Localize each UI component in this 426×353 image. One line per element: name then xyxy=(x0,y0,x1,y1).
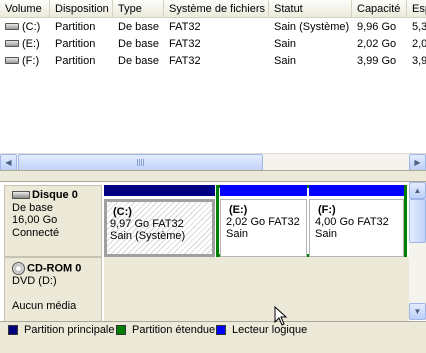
partition-status: Sain (Système) xyxy=(110,230,186,242)
capacity-cell: 2,02 Go xyxy=(357,38,397,50)
status-cell: Sain xyxy=(274,38,297,50)
horizontal-scroll-thumb[interactable] xyxy=(18,154,263,170)
hard-disk-icon xyxy=(12,191,30,200)
volume-cell: (C:) xyxy=(0,19,50,36)
cdrom-0-empty-area[interactable] xyxy=(104,257,409,322)
partition-f-body: (F:) 4,00 Go FAT32 Sain xyxy=(309,199,404,257)
drive-icon xyxy=(5,22,19,30)
free-space-cell: 5,3 xyxy=(412,21,426,33)
volume-cell: (E:) xyxy=(0,36,50,53)
logical-swatch-icon xyxy=(216,325,226,335)
cdrom-0-label[interactable]: CD-ROM 0 DVD (D:) Aucun média xyxy=(4,257,102,322)
filesystem-cell: FAT32 xyxy=(169,21,201,33)
table-row[interactable]: (C:) Partition De base FAT32 Sain (Systè… xyxy=(0,19,426,36)
disk-management-window: Volume Disposition Type Système de fichi… xyxy=(0,0,426,353)
type-cell: De base xyxy=(118,55,159,67)
partition-f[interactable]: (F:) 4,00 Go FAT32 Sain xyxy=(309,185,404,257)
scroll-left-button[interactable]: ◀ xyxy=(0,154,17,170)
cdrom-icon xyxy=(12,262,25,275)
scroll-up-button[interactable]: ▲ xyxy=(409,182,426,199)
cdrom-0-drive: DVD (D:) xyxy=(12,275,57,287)
mouse-pointer-icon xyxy=(274,306,288,326)
type-cell: De base xyxy=(118,21,159,33)
column-header-free-space[interactable]: Esp xyxy=(407,0,426,18)
table-row[interactable]: (F:) Partition De base FAT32 Sain 3,99 G… xyxy=(0,53,426,70)
volume-cell: (F:) xyxy=(0,53,50,70)
free-space-cell: 2,0 xyxy=(412,38,426,50)
vertical-scroll-thumb[interactable] xyxy=(409,199,426,243)
table-row[interactable]: (E:) Partition De base FAT32 Sain 2,02 G… xyxy=(0,36,426,53)
legend-extended: Partition étendue xyxy=(116,323,215,337)
disk-0-type: De base xyxy=(12,201,53,214)
type-cell: De base xyxy=(118,38,159,50)
disk-0-row: Disque 0 De base 16,00 Go Connecté (C:) … xyxy=(4,185,409,257)
cdrom-0-media: Aucun média xyxy=(12,299,77,312)
disk-0-state: Connecté xyxy=(12,226,60,239)
disk-0-title: Disque 0 xyxy=(12,189,101,202)
column-header-capacity[interactable]: Capacité xyxy=(352,0,407,18)
filesystem-cell: FAT32 xyxy=(169,55,201,67)
vertical-scrollbar[interactable]: ▲ ▼ xyxy=(409,182,426,320)
capacity-cell: 9,96 Go xyxy=(357,21,397,33)
disk-map: Disque 0 De base 16,00 Go Connecté (C:) … xyxy=(0,181,426,322)
partition-size: 9,97 Go FAT32 xyxy=(110,218,184,230)
partition-status: Sain xyxy=(315,228,338,240)
legend-logical: Lecteur logique xyxy=(216,323,307,337)
disposition-cell: Partition xyxy=(55,38,96,50)
partition-size: 4,00 Go FAT32 xyxy=(315,216,389,228)
extended-swatch-icon xyxy=(116,325,126,335)
legend: Partition principale Partition étendue L… xyxy=(0,321,426,353)
partition-letter: (F:) xyxy=(318,204,336,216)
disk-0-size: 16,00 Go xyxy=(12,214,58,226)
scroll-right-button[interactable]: ▶ xyxy=(409,154,426,170)
legend-primary: Partition principale xyxy=(8,323,115,337)
primary-swatch-icon xyxy=(8,325,18,335)
grip-icon xyxy=(136,159,145,166)
disposition-cell: Partition xyxy=(55,21,96,33)
free-space-cell: 3,9 xyxy=(412,55,426,67)
column-header-volume[interactable]: Volume xyxy=(0,0,50,18)
cdrom-0-row: CD-ROM 0 DVD (D:) Aucun média xyxy=(4,257,409,322)
partition-letter: (C:) xyxy=(113,206,132,218)
cdrom-0-title: CD-ROM 0 xyxy=(12,262,101,275)
column-header-filesystem[interactable]: Système de fichiers xyxy=(164,0,269,18)
capacity-cell: 3,99 Go xyxy=(357,55,397,67)
column-header-status[interactable]: Statut xyxy=(269,0,352,18)
partition-e-body: (E:) 2,02 Go FAT32 Sain xyxy=(220,199,307,257)
partition-letter: (E:) xyxy=(229,204,248,216)
status-cell: Sain (Système) xyxy=(274,21,350,33)
primary-partition-bar xyxy=(104,185,215,196)
list-header: Volume Disposition Type Système de fichi… xyxy=(0,0,426,18)
drive-icon xyxy=(5,39,19,47)
logical-drive-bar xyxy=(309,185,404,196)
column-header-disposition[interactable]: Disposition xyxy=(50,0,113,18)
horizontal-scrollbar[interactable]: ◀ ▶ xyxy=(0,153,426,170)
status-cell: Sain xyxy=(274,55,297,67)
filesystem-cell: FAT32 xyxy=(169,38,201,50)
partition-size: 2,02 Go FAT32 xyxy=(226,216,300,228)
disk-0-label[interactable]: Disque 0 De base 16,00 Go Connecté xyxy=(4,185,102,257)
partition-c[interactable]: (C:) 9,97 Go FAT32 Sain (Système) xyxy=(104,185,215,257)
disposition-cell: Partition xyxy=(55,55,96,67)
partition-e[interactable]: (E:) 2,02 Go FAT32 Sain xyxy=(220,185,307,257)
drive-icon xyxy=(5,56,19,64)
volume-list[interactable]: Volume Disposition Type Système de fichi… xyxy=(0,0,426,171)
column-header-type[interactable]: Type xyxy=(113,0,164,18)
partition-c-body: (C:) 9,97 Go FAT32 Sain (Système) xyxy=(104,199,215,257)
partition-status: Sain xyxy=(226,228,249,240)
scroll-down-button[interactable]: ▼ xyxy=(409,303,426,320)
logical-drive-bar xyxy=(220,185,307,196)
